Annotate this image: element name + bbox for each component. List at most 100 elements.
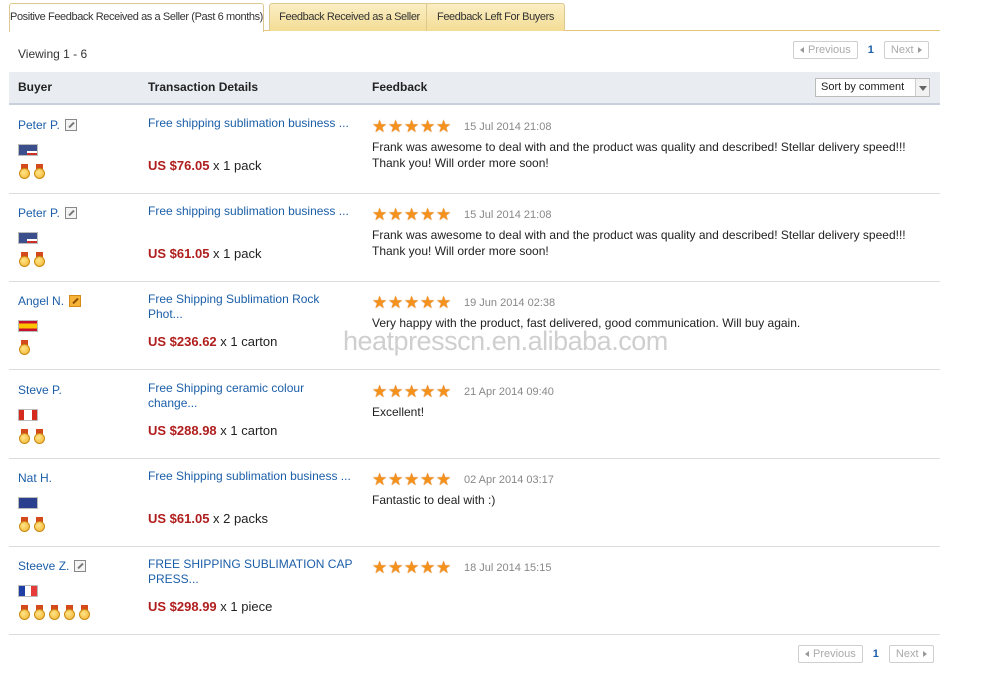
star-icon: ★: [404, 117, 420, 136]
column-feedback: Feedback: [372, 80, 428, 94]
feedback-comment: Excellent!: [372, 405, 425, 419]
star-icon: ★: [436, 558, 452, 577]
feedback-row: Steeve Z. FREE SHIPPING SUBLIMATION CAP …: [9, 547, 940, 635]
edit-note-icon[interactable]: [74, 560, 87, 572]
country-flag-icon: [18, 232, 38, 244]
previous-button-bottom[interactable]: Previous: [798, 645, 863, 663]
order-price: US $288.98 x 1 carton: [148, 423, 277, 438]
order-quantity: x 1 carton: [216, 423, 278, 438]
star-icon: ★: [388, 205, 404, 224]
buyer-name[interactable]: Angel N.: [18, 294, 82, 308]
product-link[interactable]: Free shipping sublimation business ...: [148, 204, 353, 219]
star-icon: ★: [420, 205, 436, 224]
product-link[interactable]: Free shipping sublimation business ...: [148, 116, 353, 131]
rating-stars: ★ ★ ★ ★ ★: [372, 558, 452, 577]
order-quantity: x 1 pack: [209, 246, 262, 261]
medal-icon: [79, 605, 90, 620]
buyer-level-medals: [19, 252, 49, 267]
price-amount: US $76.05: [148, 158, 210, 173]
chevron-down-icon: [915, 79, 929, 96]
star-icon: ★: [436, 205, 452, 224]
star-icon: ★: [388, 470, 404, 489]
order-quantity: x 1 carton: [216, 334, 278, 349]
chevron-right-icon: [917, 47, 922, 54]
price-amount: US $298.99: [148, 599, 217, 614]
rating-stars: ★ ★ ★ ★ ★: [372, 382, 452, 401]
star-icon: ★: [388, 558, 404, 577]
feedback-row: Peter P. Free shipping sublimation busin…: [9, 106, 940, 194]
viewing-range: Viewing 1 - 6: [18, 47, 88, 61]
order-quantity: x 1 piece: [216, 599, 273, 614]
star-icon: ★: [436, 293, 452, 312]
medal-icon: [34, 517, 45, 532]
star-icon: ★: [420, 382, 436, 401]
next-button[interactable]: Next: [883, 41, 929, 59]
feedback-date: 15 Jul 2014 21:08: [464, 209, 552, 221]
medal-icon: [19, 252, 30, 267]
medal-icon: [19, 429, 30, 444]
feedback-date: 15 Jul 2014 21:08: [464, 121, 552, 133]
edit-note-icon[interactable]: [69, 295, 82, 307]
previous-label: Previous: [808, 44, 851, 56]
product-link[interactable]: Free Shipping ceramic colour change...: [148, 381, 353, 411]
medal-icon: [49, 605, 60, 620]
buyer-name[interactable]: Peter P.: [18, 206, 77, 220]
buyer-level-medals: [19, 164, 49, 179]
pager-top: Previous 1 Next: [793, 41, 929, 59]
product-link[interactable]: FREE SHIPPING SUBLIMATION CAP PRESS...: [148, 557, 353, 587]
tab-positive-feedback-seller[interactable]: Positive Feedback Received as a Seller (…: [9, 3, 264, 32]
buyer-name[interactable]: Steeve Z.: [18, 559, 87, 573]
previous-button[interactable]: Previous: [793, 41, 858, 59]
pager-bottom: Previous 1 Next: [798, 645, 934, 663]
page-number-bottom[interactable]: 1: [873, 648, 879, 660]
buyer-name[interactable]: Nat H.: [18, 471, 52, 485]
buyer-name-label: Peter P.: [18, 206, 60, 220]
feedback-tabs: Positive Feedback Received as a Seller (…: [9, 3, 940, 32]
feedback-date: 21 Apr 2014 09:40: [464, 386, 554, 398]
buyer-level-medals: [19, 605, 94, 620]
star-icon: ★: [372, 205, 388, 224]
feedback-comment: Frank was awesome to deal with and the p…: [372, 140, 906, 170]
country-flag-icon: [18, 409, 38, 421]
star-icon: ★: [372, 293, 388, 312]
tab-feedback-received-seller[interactable]: Feedback Received as a Seller: [269, 3, 430, 31]
edit-note-icon[interactable]: [64, 207, 77, 219]
country-flag-icon: [18, 585, 38, 597]
star-icon: ★: [372, 558, 388, 577]
edit-note-icon[interactable]: [64, 119, 77, 131]
tab-feedback-left-buyers[interactable]: Feedback Left For Buyers: [426, 3, 565, 31]
next-button-bottom[interactable]: Next: [888, 645, 934, 663]
next-label: Next: [890, 44, 914, 56]
buyer-level-medals: [19, 340, 34, 355]
star-icon: ★: [404, 293, 420, 312]
star-icon: ★: [404, 205, 420, 224]
column-transaction-details: Transaction Details: [148, 80, 259, 94]
order-price: US $61.05 x 2 packs: [148, 511, 268, 526]
star-icon: ★: [420, 558, 436, 577]
feedback-date: 19 Jun 2014 02:38: [464, 297, 556, 309]
product-link[interactable]: Free Shipping Sublimation Rock Phot...: [148, 292, 353, 322]
star-icon: ★: [404, 470, 420, 489]
star-icon: ★: [372, 382, 388, 401]
page-number[interactable]: 1: [868, 44, 874, 56]
sort-select[interactable]: Sort by comment: [815, 78, 930, 97]
chevron-right-icon: [922, 651, 927, 658]
buyer-name[interactable]: Peter P.: [18, 118, 77, 132]
medal-icon: [34, 164, 45, 179]
order-price: US $61.05 x 1 pack: [148, 246, 261, 261]
watermark: heatpresscn.en.alibaba.com: [343, 326, 668, 356]
country-flag-icon: [18, 144, 38, 156]
buyer-name[interactable]: Steve P.: [18, 383, 62, 397]
medal-icon: [34, 252, 45, 267]
order-quantity: x 2 packs: [209, 511, 268, 526]
star-icon: ★: [420, 117, 436, 136]
price-amount: US $236.62: [148, 334, 217, 349]
previous-label: Previous: [813, 648, 856, 660]
chevron-left-icon: [805, 651, 809, 658]
buyer-name-label: Peter P.: [18, 118, 60, 132]
buyer-level-medals: [19, 429, 49, 444]
column-buyer: Buyer: [18, 80, 53, 94]
buyer-level-medals: [19, 517, 49, 532]
chevron-left-icon: [800, 47, 804, 54]
product-link[interactable]: Free Shipping sublimation business ...: [148, 469, 353, 484]
